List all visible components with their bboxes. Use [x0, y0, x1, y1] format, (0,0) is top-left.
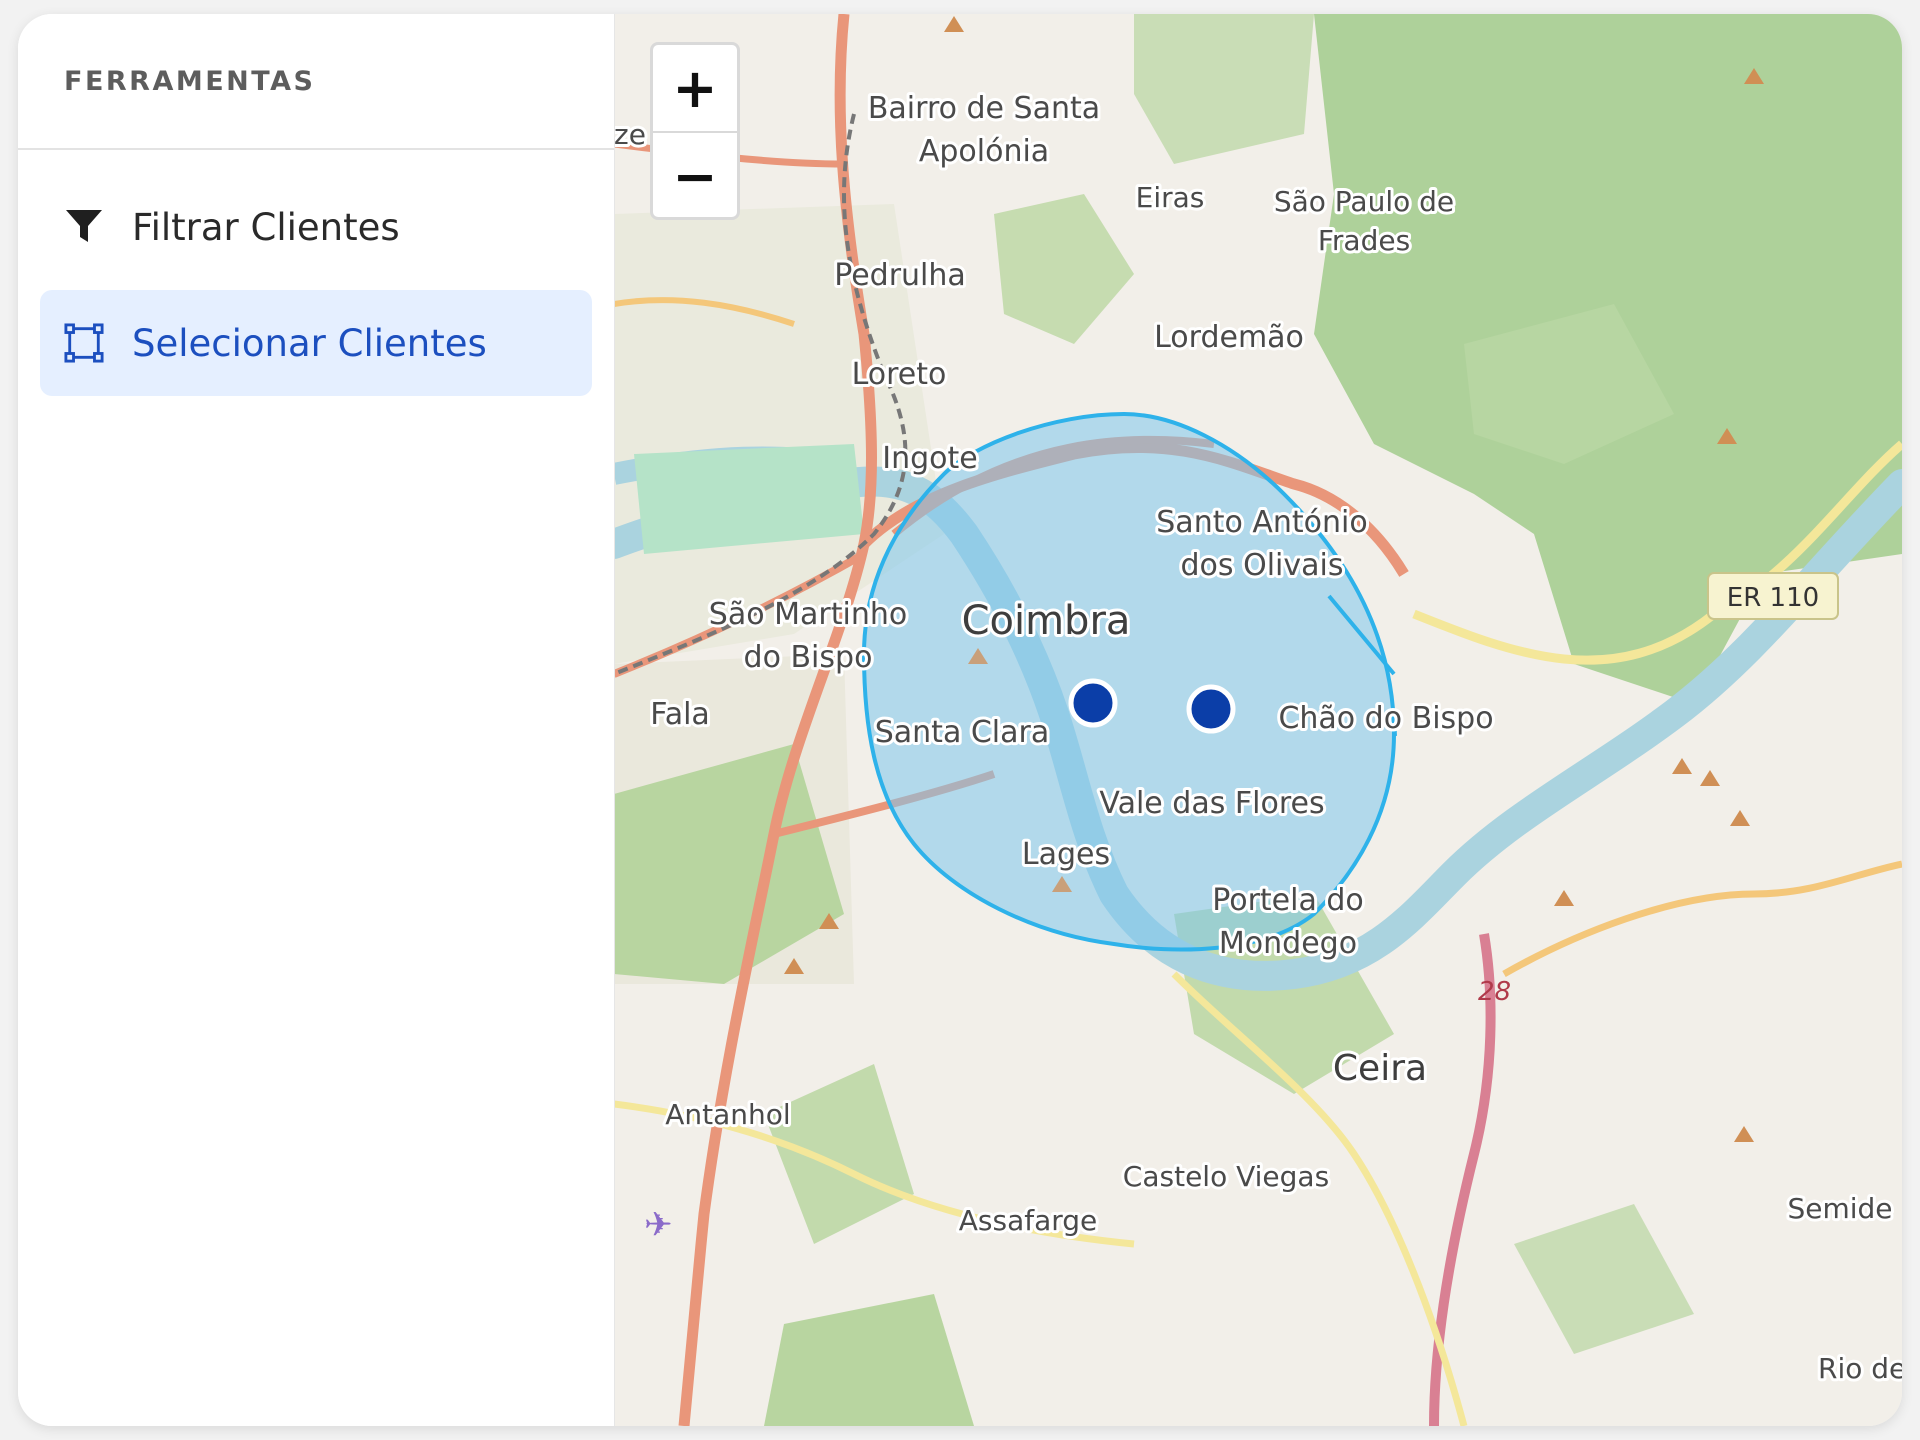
- client-marker[interactable]: [1068, 678, 1118, 728]
- place-label: Eiras: [1136, 181, 1205, 214]
- tools-menu: Filtrar Clientes Selecionar Clientes: [18, 150, 614, 430]
- tools-sidebar: FERRAMENTAS Filtrar Clientes Selecionar …: [18, 14, 615, 1426]
- place-label: Loreto: [852, 357, 947, 392]
- menu-item-filter-clients[interactable]: Filtrar Clientes: [40, 174, 592, 280]
- place-label: Semide: [1787, 1192, 1892, 1225]
- zoom-in-button[interactable]: +: [653, 45, 737, 133]
- place-label: Fala: [650, 697, 710, 732]
- map-view[interactable]: ✈ ER 110 28 ze Bairro de Santa Apolónia …: [614, 14, 1902, 1426]
- menu-item-select-clients[interactable]: Selecionar Clientes: [40, 290, 592, 396]
- sidebar-header: FERRAMENTAS: [18, 14, 614, 150]
- road-shield-er110: ER 110: [1707, 572, 1839, 620]
- place-label: Ceira: [1333, 1048, 1427, 1089]
- road-label-28: 28: [1478, 977, 1511, 1007]
- map-canvas[interactable]: ✈ ER 110 28 ze Bairro de Santa Apolónia …: [614, 14, 1902, 1426]
- place-label: Mondego: [1219, 926, 1357, 961]
- place-label: Assafarge: [959, 1204, 1098, 1237]
- place-label: Rio de V: [1818, 1352, 1902, 1385]
- place-label: Vale das Flores: [1099, 786, 1324, 821]
- place-label: São Paulo de: [1274, 185, 1454, 218]
- place-label: Chão do Bispo: [1278, 701, 1493, 736]
- place-label: Ingote: [882, 441, 977, 476]
- place-label: Pedrulha: [834, 258, 966, 293]
- place-label: Apolónia: [919, 134, 1049, 169]
- place-label: dos Olivais: [1181, 548, 1344, 583]
- app-card: FERRAMENTAS Filtrar Clientes Selecionar …: [18, 14, 1902, 1426]
- place-label: ze: [614, 118, 646, 151]
- place-label: Castelo Viegas: [1123, 1160, 1329, 1193]
- place-label: Antanhol: [665, 1098, 790, 1131]
- place-label: São Martinho: [709, 597, 907, 632]
- place-label: Santa Clara: [875, 715, 1050, 750]
- place-label: Frades: [1318, 224, 1410, 257]
- place-label: Lages: [1022, 837, 1110, 872]
- airport-icon: ✈: [644, 1205, 673, 1245]
- place-label: Santo António: [1156, 505, 1367, 540]
- sidebar-title: FERRAMENTAS: [64, 65, 316, 97]
- place-label: do Bispo: [744, 640, 873, 675]
- zoom-out-button[interactable]: −: [653, 133, 737, 219]
- svg-text:ER 110: ER 110: [1727, 583, 1819, 613]
- place-label: Bairro de Santa: [868, 91, 1100, 126]
- place-label: Portela do: [1212, 883, 1364, 918]
- filter-icon: [64, 207, 104, 247]
- place-label: Lordemão: [1154, 320, 1304, 355]
- place-label-city: Coimbra: [962, 598, 1131, 644]
- menu-item-label: Filtrar Clientes: [132, 205, 400, 249]
- menu-item-label: Selecionar Clientes: [132, 321, 487, 365]
- selection-square-icon: [64, 323, 104, 363]
- client-marker[interactable]: [1186, 684, 1236, 734]
- zoom-control: + −: [650, 42, 740, 220]
